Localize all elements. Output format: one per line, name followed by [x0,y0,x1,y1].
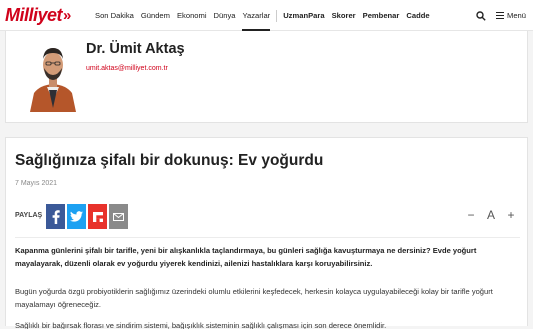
nav-item-uzmanpara[interactable]: UzmanPara [283,0,324,31]
nav-item-gundem[interactable]: Gündem [141,0,170,31]
search-icon[interactable] [476,10,486,21]
logo-chevrons-icon: » [63,6,72,24]
author-name[interactable]: Dr. Ümit Aktaş [86,41,185,57]
main-nav: Son Dakika Gündem Ekonomi Dünya Yazarlar… [95,0,437,31]
author-email-link[interactable]: umit.aktas@milliyet.com.tr [86,65,168,72]
author-photo [28,35,78,112]
article-card: Sağlığınıza şifalı bir dokunuş: Ev yoğur… [5,137,528,329]
twitter-share-button[interactable] [67,204,86,229]
flipboard-icon [92,211,103,222]
nav-item-cadde[interactable]: Cadde [406,0,429,31]
article-title: Sağlığınıza şifalı bir dokunuş: Ev yoğur… [15,152,324,169]
nav-item-pembenar[interactable]: Pembenar [363,0,400,31]
share-label: PAYLAŞ [15,212,43,219]
font-size-controls: − A + [465,208,517,222]
twitter-icon [70,211,83,222]
font-decrease-button[interactable]: − [465,208,477,222]
header-tools: Menü [476,0,526,31]
article-paragraph-cut-text: Sağlıklı bir bağırsak florası ve sindiri… [15,321,387,329]
menu-button-label[interactable]: Menü [507,11,526,20]
article-paragraph: Bugün yoğurda özgü probiyotiklerin sağlı… [15,287,493,309]
share-divider [15,237,520,238]
nav-item-dunya[interactable]: Dünya [214,0,236,31]
article-paragraph-cut: Sağlıklı bir bağırsak florası ve sindiri… [15,319,520,329]
nav-item-skorer[interactable]: Skorer [332,0,356,31]
envelope-icon [113,212,124,221]
font-size-letter: A [486,208,495,222]
flipboard-share-button[interactable] [88,204,107,229]
hamburger-menu-icon[interactable] [496,12,504,19]
facebook-share-button[interactable] [46,204,65,229]
nav-item-yazarlar[interactable]: Yazarlar [242,0,271,31]
nav-item-ekonomi[interactable]: Ekonomi [177,0,207,31]
top-navigation-bar: Milliyet » Son Dakika Gündem Ekonomi Dün… [0,0,533,31]
article-lead: Kapanma günlerini şifalı bir tarifle, ye… [15,246,477,268]
author-card: Dr. Ümit Aktaş umit.aktas@milliyet.com.t… [5,31,528,123]
logo-text: Milliyet [5,4,63,25]
milliyet-logo[interactable]: Milliyet » [5,4,72,25]
email-share-button[interactable] [109,204,128,229]
facebook-icon [52,209,60,224]
nav-divider [276,9,278,22]
article-date: 7 Mayıs 2021 [15,180,58,187]
nav-item-son-dakika[interactable]: Son Dakika [95,0,134,31]
font-increase-button[interactable]: + [505,208,517,222]
